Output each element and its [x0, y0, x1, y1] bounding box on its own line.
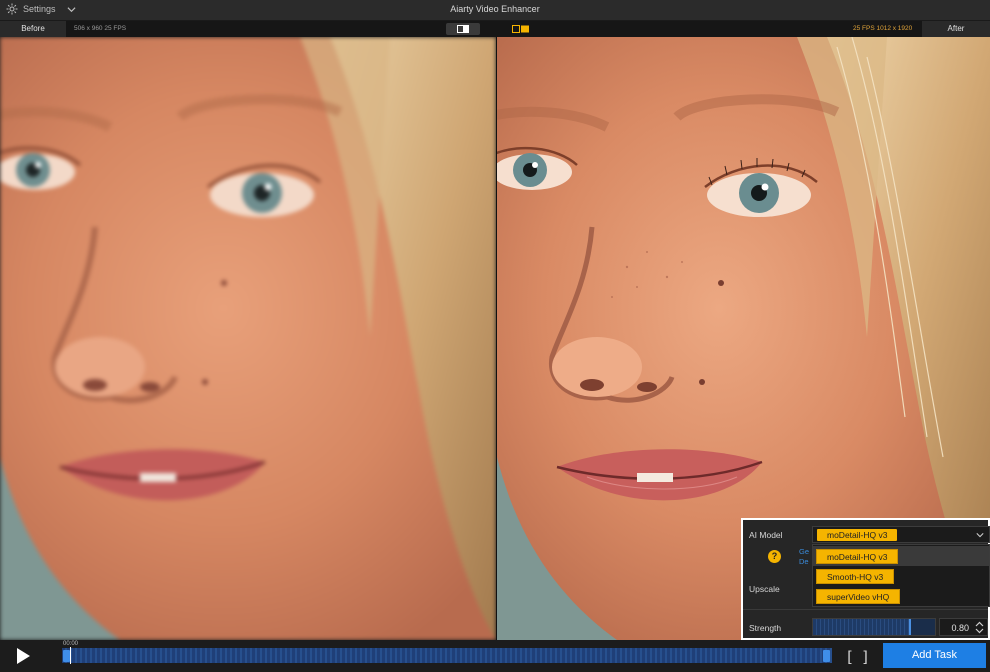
model-option-supervideo[interactable]: superVideo vHQ — [813, 586, 989, 606]
model-option-label: Smooth-HQ v3 — [816, 569, 895, 584]
add-task-button[interactable]: Add Task — [883, 643, 986, 668]
link-fragment-1: Ge — [799, 547, 810, 556]
tab-after[interactable]: After — [922, 21, 990, 37]
upscale-label: Upscale — [749, 584, 780, 594]
model-link-fragment[interactable]: Ge De — [799, 547, 809, 567]
strength-value: 0.80 — [951, 623, 969, 633]
model-option-label: superVideo vHQ — [816, 589, 901, 604]
model-option-modetail[interactable]: moDetail-HQ v3 — [813, 546, 989, 566]
video-frame-before — [0, 37, 496, 640]
split-view-button[interactable] — [446, 23, 480, 35]
help-icon[interactable]: ? — [768, 550, 781, 563]
strength-slider[interactable] — [812, 618, 936, 636]
strength-fill — [813, 619, 911, 635]
timeline-track[interactable] — [62, 648, 832, 663]
trim-start-handle[interactable] — [63, 650, 70, 662]
before-source-info: 506 x 960 25 FPS — [74, 25, 127, 32]
panel-divider — [743, 609, 988, 610]
mark-in-button[interactable]: [ — [845, 648, 854, 666]
spinner-arrows-icon[interactable] — [975, 621, 984, 634]
split-view-icon — [457, 25, 469, 33]
title-bar: Settings Aiarty Video Enhancer — [0, 0, 990, 21]
compare-info-bar: Before 506 x 960 25 FPS 25 FPS 1012 x 19… — [0, 21, 990, 37]
playhead[interactable] — [70, 647, 71, 664]
ai-model-select[interactable]: moDetail-HQ v3 — [812, 526, 990, 543]
selected-model-chip: moDetail-HQ v3 — [817, 529, 898, 541]
model-option-smooth[interactable]: Smooth-HQ v3 — [813, 566, 989, 586]
preview-before — [0, 37, 496, 640]
after-output-info: 25 FPS 1012 x 1920 — [853, 25, 913, 32]
trim-end-handle[interactable] — [823, 650, 830, 662]
ai-model-label: AI Model — [749, 530, 783, 540]
mark-out-button[interactable]: ] — [861, 648, 870, 666]
strength-input[interactable]: 0.80 — [939, 618, 988, 636]
playback-bar: 00:00 [ ] Add Task — [0, 640, 990, 672]
tab-before[interactable]: Before — [0, 21, 66, 37]
side-by-side-icon[interactable] — [512, 25, 530, 33]
strength-label: Strength — [749, 623, 782, 633]
app-title: Aiarty Video Enhancer — [450, 4, 540, 14]
link-fragment-2: De — [799, 557, 809, 566]
play-icon[interactable] — [14, 647, 32, 665]
model-option-label: moDetail-HQ v3 — [816, 549, 899, 564]
strength-knob[interactable] — [908, 619, 911, 635]
ai-model-panel: AI Model moDetail-HQ v3 ? Ge De Upscale … — [741, 518, 990, 640]
ai-model-dropdown: moDetail-HQ v3 Smooth-HQ v3 superVideo v… — [812, 544, 990, 607]
chevron-down-icon — [976, 533, 984, 538]
